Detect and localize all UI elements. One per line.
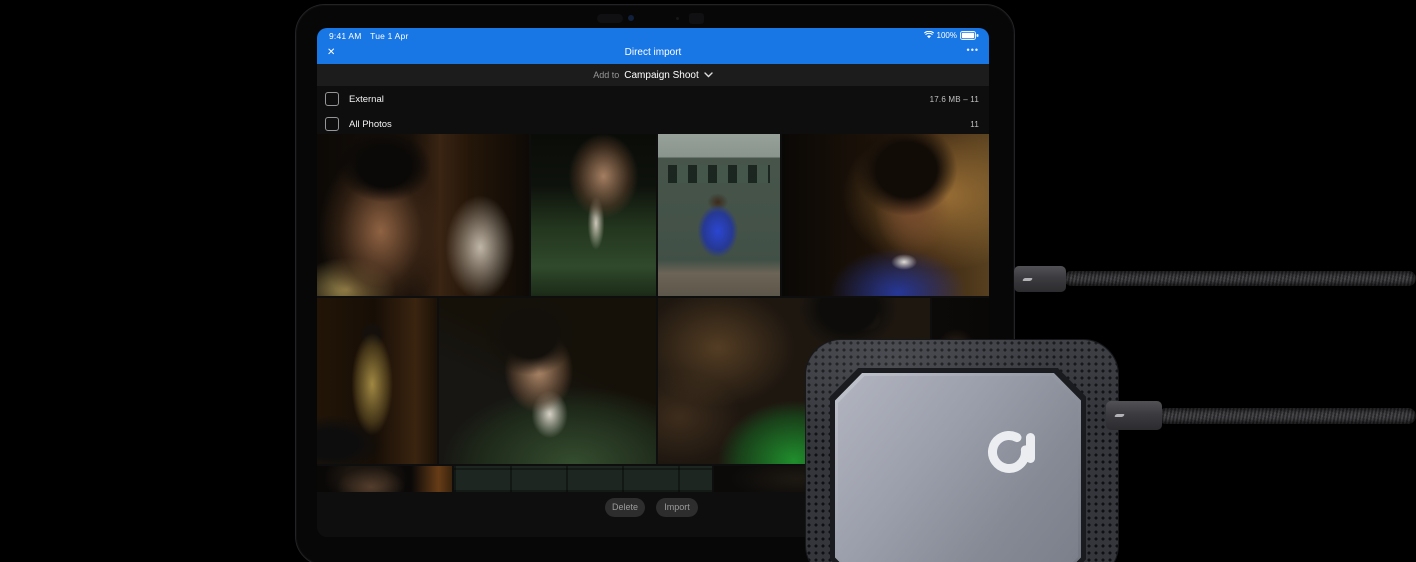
status-bar: 9:41 AM Tue 1 Apr 100% xyxy=(317,28,989,43)
photo-thumbnail-r3c2[interactable] xyxy=(454,466,712,492)
source-meta: 17.6 MB – 11 xyxy=(929,94,979,104)
photo-thumbnail-r2c1[interactable] xyxy=(317,298,437,464)
braided-cable-top xyxy=(1064,271,1416,286)
photo-thumbnail-r1c3[interactable] xyxy=(658,134,780,296)
status-date: Tue 1 Apr xyxy=(370,31,409,41)
add-to-selector[interactable]: Add to Campaign Shoot xyxy=(317,64,989,86)
photo-thumbnail-r2c2[interactable] xyxy=(439,298,656,464)
external-checkbox[interactable] xyxy=(325,92,339,106)
delete-button[interactable]: Delete xyxy=(605,498,645,517)
source-label: All Photos xyxy=(349,118,392,130)
source-label: External xyxy=(349,93,384,105)
external-ssd-drive xyxy=(805,339,1119,562)
more-menu-icon[interactable]: ••• xyxy=(967,45,979,55)
usb-c-connector-top xyxy=(1014,266,1066,292)
import-button[interactable]: Import xyxy=(656,498,698,517)
all-photos-checkbox[interactable] xyxy=(325,117,339,131)
connector-logo xyxy=(1022,277,1033,281)
drive-plate xyxy=(838,376,1078,562)
source-row-all-photos[interactable]: All Photos 11 xyxy=(317,112,989,136)
usb-c-connector-drive xyxy=(1106,401,1162,430)
status-time-date: 9:41 AM Tue 1 Apr xyxy=(329,31,409,41)
battery-percent: 100% xyxy=(936,30,957,40)
add-to-value: Campaign Shoot xyxy=(624,69,699,81)
photo-grid-row-1 xyxy=(317,134,989,296)
photo-detail xyxy=(667,164,771,183)
scene: 9:41 AM Tue 1 Apr 100% ✕ Direct import •… xyxy=(0,0,1416,562)
camera-lens-icon xyxy=(628,15,634,21)
battery-icon xyxy=(960,30,979,40)
photo-thumbnail-r1c4[interactable] xyxy=(782,134,989,296)
camera-pill xyxy=(597,14,623,23)
source-row-external[interactable]: External 17.6 MB – 11 xyxy=(317,86,989,112)
photo-thumbnail-r1c2[interactable] xyxy=(531,134,656,296)
photo-thumbnail-r1c1[interactable] xyxy=(317,134,529,296)
page-title: Direct import xyxy=(624,47,682,58)
source-meta: 11 xyxy=(970,119,979,129)
braided-cable-drive xyxy=(1158,408,1416,424)
status-time: 9:41 AM xyxy=(329,31,362,41)
g-drive-logo-icon xyxy=(988,431,1035,473)
photo-thumbnail-r3c1[interactable] xyxy=(317,466,452,492)
camera-dot xyxy=(676,17,679,20)
app-header: ✕ Direct import ••• xyxy=(317,43,989,64)
add-to-label: Add to xyxy=(593,70,620,80)
chevron-down-icon xyxy=(704,72,713,78)
camera-square xyxy=(689,13,704,24)
connector-logo xyxy=(1114,414,1125,418)
wifi-icon xyxy=(923,31,934,39)
